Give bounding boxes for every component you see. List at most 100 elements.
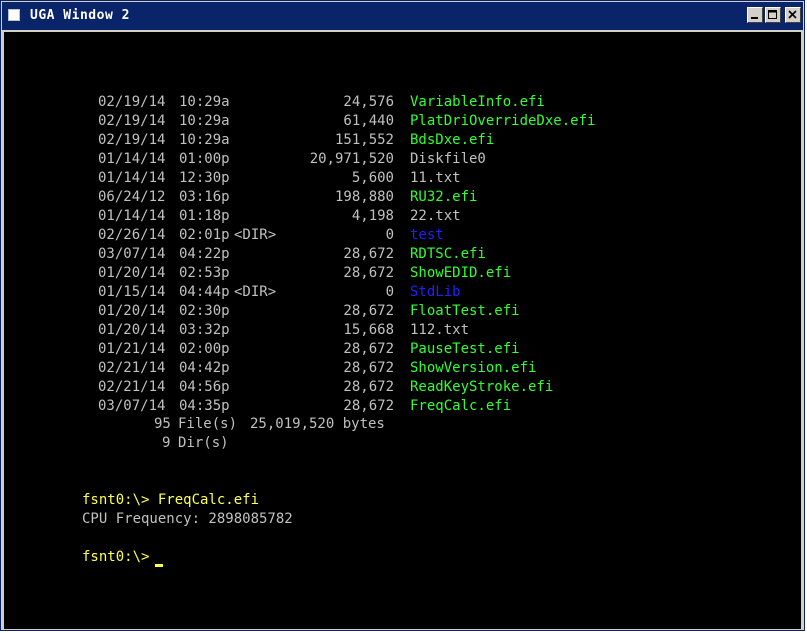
window-icon [8, 9, 20, 21]
listing-size: 5,600 [351, 170, 394, 186]
listing-date: 02/26/14 [98, 227, 166, 243]
listing-time: 02:30p [179, 303, 230, 319]
listing-row: 01/14/14 01:18p 4,198 22.txt [4, 207, 801, 226]
listing-size: 28,672 [343, 265, 394, 281]
listing-name: PlatDriOverrideDxe.efi [410, 113, 596, 129]
listing-time: 04:44p [179, 284, 230, 300]
listing-row: 01/21/14 02:00p 28,672 PauseTest.efi [4, 340, 801, 359]
listing-name: FreqCalc.efi [410, 398, 512, 414]
listing-size: 28,672 [343, 246, 394, 262]
listing-name: ReadKeyStroke.efi [410, 379, 554, 395]
uga-window: UGA Window 2 02/19/14 10:29a 24,576 Variabl… [0, 0, 805, 631]
listing-row: 01/15/14 04:44p <DIR> 0 StdLib [4, 283, 801, 302]
listing-row: 03/07/14 04:35p 28,672 FreqCalc.efi [4, 397, 801, 416]
listing-size: 28,672 [343, 398, 394, 414]
listing-row: 03/07/14 04:22p 28,672 RDTSC.efi [4, 245, 801, 264]
listing-name: test [410, 227, 444, 243]
listing-row: 02/21/14 04:42p 28,672 ShowVersion.efi [4, 359, 801, 378]
listing-row: 02/26/14 02:01p <DIR> 0 test [4, 226, 801, 245]
listing-date: 02/21/14 [98, 379, 166, 395]
listing-name: ShowEDID.efi [410, 265, 512, 281]
listing-time: 04:35p [179, 398, 230, 414]
dir-label: Dir(s) [178, 435, 229, 451]
listing-date: 01/14/14 [98, 170, 166, 186]
summary-dirs-line: 9 Dir(s) [4, 434, 801, 453]
listing-time: 04:42p [179, 360, 230, 376]
command-line: fsnt0:\> FreqCalc.efi [82, 492, 260, 508]
listing-name: StdLib [410, 284, 461, 300]
listing-size: 61,440 [343, 113, 394, 129]
listing-dir-tag: <DIR> [234, 227, 277, 243]
listing-size: 151,552 [334, 132, 394, 148]
listing-name: BdsDxe.efi [410, 132, 495, 148]
listing-name: 11.txt [410, 170, 461, 186]
title-bar[interactable]: UGA Window 2 [2, 2, 803, 30]
total-bytes: 25,019,520 bytes [250, 416, 385, 432]
listing-time: 03:16p [179, 189, 230, 205]
listing-date: 02/21/14 [98, 360, 166, 376]
listing-date: 06/24/12 [98, 189, 166, 205]
listing-row: 01/20/14 02:53p 28,672 ShowEDID.efi [4, 264, 801, 283]
minimize-button[interactable] [747, 7, 763, 23]
listing-row: 02/21/14 04:56p 28,672 ReadKeyStroke.efi [4, 378, 801, 397]
listing-size: 28,672 [343, 379, 394, 395]
listing-row: 01/20/14 02:30p 28,672 FloatTest.efi [4, 302, 801, 321]
listing-date: 01/14/14 [98, 208, 166, 224]
listing-date: 01/20/14 [98, 265, 166, 281]
listing-time: 04:56p [179, 379, 230, 395]
console-area[interactable]: 02/19/14 10:29a 24,576 VariableInfo.efi 02/1… [4, 32, 801, 629]
listing-time: 02:53p [179, 265, 230, 281]
command-output: CPU Frequency: 2898085782 [82, 511, 293, 527]
listing-row: 01/14/14 01:00p 20,971,520 Diskfile0 [4, 150, 801, 169]
listing-size: 0 [385, 227, 394, 243]
listing-time: 04:22p [179, 246, 230, 262]
listing-time: 12:30p [179, 170, 230, 186]
listing-time: 03:32p [179, 322, 230, 338]
listing-row: 06/24/12 03:16p 198,880 RU32.efi [4, 188, 801, 207]
listing-date: 01/15/14 [98, 284, 166, 300]
listing-name: RDTSC.efi [410, 246, 486, 262]
listing-row: 02/19/14 10:29a 61,440 PlatDriOverrideDxe.e… [4, 112, 801, 131]
listing-name: 112.txt [410, 322, 470, 338]
listing-date: 03/07/14 [98, 398, 166, 414]
listing-time: 10:29a [179, 113, 230, 129]
maximize-icon [768, 10, 777, 19]
close-button[interactable] [785, 7, 801, 23]
listing-name: RU32.efi [410, 189, 478, 205]
listing-size: 28,672 [343, 303, 394, 319]
listing-date: 02/19/14 [98, 94, 166, 110]
listing-name: FloatTest.efi [410, 303, 520, 319]
listing-dir-tag: <DIR> [234, 284, 277, 300]
close-icon [788, 10, 797, 19]
listing-size: 4,198 [351, 208, 394, 224]
listing-name: 22.txt [410, 208, 461, 224]
listing-date: 03/07/14 [98, 246, 166, 262]
listing-date: 02/19/14 [98, 132, 166, 148]
dir-count: 9 [162, 435, 171, 451]
listing-date: 01/20/14 [98, 322, 166, 338]
listing-row: 01/20/14 03:32p 15,668 112.txt [4, 321, 801, 340]
listing-name: Diskfile0 [410, 151, 486, 167]
listing-date: 01/20/14 [98, 303, 166, 319]
listing-size: 28,672 [343, 360, 394, 376]
listing-time: 02:00p [179, 341, 230, 357]
listing-time: 10:29a [179, 94, 230, 110]
summary-files-line: 95 File(s) 25,019,520 bytes [4, 415, 801, 434]
maximize-button[interactable] [765, 7, 781, 23]
listing-row: 02/19/14 10:29a 151,552 BdsDxe.efi [4, 131, 801, 150]
listing-time: 10:29a [179, 132, 230, 148]
listing-size: 198,880 [334, 189, 394, 205]
listing-name: PauseTest.efi [410, 341, 520, 357]
window-title: UGA Window 2 [30, 8, 130, 23]
text-cursor [155, 564, 163, 567]
listing-row: 02/19/14 10:29a 24,576 VariableInfo.efi [4, 93, 801, 112]
listing-size: 20,971,520 [309, 151, 394, 167]
listing-date: 01/21/14 [98, 341, 166, 357]
listing-size: 24,576 [343, 94, 394, 110]
listing-size: 15,668 [343, 322, 394, 338]
file-label: File(s) [178, 416, 238, 432]
listing-row: 01/14/14 12:30p 5,600 11.txt [4, 169, 801, 188]
listing-date: 01/14/14 [98, 151, 166, 167]
current-prompt[interactable]: fsnt0:\> [82, 548, 158, 567]
listing-size: 28,672 [343, 341, 394, 357]
